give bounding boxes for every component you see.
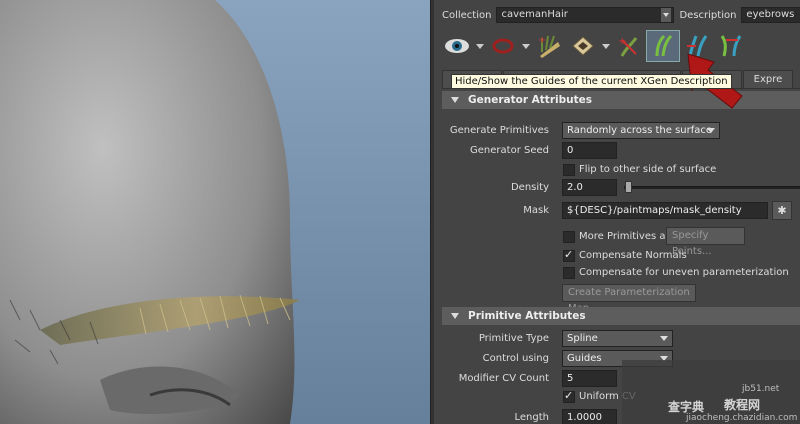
more-primitives-label: More Primitives at [579,231,670,242]
density-label: Density [510,182,549,193]
description-value: eyebrows [746,9,795,20]
generator-seed-field[interactable]: 0 [562,142,617,159]
density-slider[interactable] [624,186,800,189]
paint-map-icon[interactable] [566,30,600,62]
chevron-down-icon [707,128,715,137]
modifier-cv-count-label: Modifier CV Count [458,373,549,384]
primitive-attributes-header[interactable]: Primitive Attributes [442,307,800,325]
head-model [0,0,300,424]
svg-text:+: + [538,35,546,46]
watermark-text2: 教程网 [724,398,761,412]
tooltip: Hide/Show the Guides of the current XGen… [451,74,732,89]
section-title: Generator Attributes [468,94,592,106]
collection-value: cavemanHair [501,9,568,20]
collapse-triangle-icon [451,313,459,323]
collection-dropdown[interactable]: cavemanHair [496,7,675,23]
chevron-down-icon[interactable] [520,30,532,62]
mask-field[interactable]: ${DESC}/paintmaps/mask_density [562,202,768,219]
flip-checkbox[interactable] [563,164,575,176]
primitive-type-dropdown[interactable]: Spline [562,330,673,347]
description-label: Description [679,9,737,21]
generator-seed-label: Generator Seed [470,145,549,156]
collapse-triangle-icon [451,97,459,107]
grooming-brush-icon[interactable]: + [532,30,566,62]
compensate-normals-checkbox[interactable] [563,248,575,262]
description-dropdown[interactable]: eyebrows [741,7,800,23]
map-options-icon[interactable]: ✱ [772,201,792,220]
chevron-down-icon [660,336,668,345]
watermark-url: jiaocheng.chazidian.com [686,413,798,423]
more-primitives-checkbox[interactable] [563,231,575,243]
compensate-normals-label: Compensate Normals [579,250,687,261]
control-using-label: Control using [482,353,549,364]
uniform-cv-checkbox[interactable] [563,389,575,403]
primitive-type-value: Spline [567,333,598,344]
generate-primitives-dropdown[interactable]: Randomly across the surface [562,122,720,139]
chevron-down-icon[interactable] [600,30,612,62]
chevron-down-icon [661,8,672,22]
visibility-eye-icon[interactable] [440,30,474,62]
svg-text:+: + [618,36,626,47]
create-parameterization-map-button[interactable]: Create Parameterization Map [562,284,696,314]
compensate-uneven-checkbox[interactable] [563,267,575,279]
length-field[interactable]: 1.0000 [562,409,617,424]
generate-primitives-label: Generate Primitives [449,125,549,136]
length-label: Length [514,412,550,423]
collection-row: Collection cavemanHair Description eyebr… [442,6,800,24]
add-guide-icon[interactable]: + [612,30,646,62]
modifier-cv-count-field[interactable]: 5 [562,370,617,387]
compensate-uneven-label: Compensate for uneven parameterization [579,267,789,278]
mask-label: Mask [523,205,549,216]
flip-label: Flip to other side of surface [579,164,717,175]
collection-label: Collection [442,9,492,21]
tab-expressions[interactable]: Expre [742,70,794,88]
section-title: Primitive Attributes [468,310,586,322]
generate-primitives-value: Randomly across the surface [567,125,713,136]
control-using-value: Guides [567,353,602,364]
watermark-site: jb51.net [742,384,780,394]
show-guides-icon[interactable] [646,30,680,62]
primitive-type-label: Primitive Type [478,333,549,344]
density-slider-thumb[interactable] [625,181,632,193]
3d-viewport[interactable] [0,0,430,424]
specify-points-button[interactable]: Specify Points... [666,227,745,257]
density-field[interactable]: 2.0 [562,179,617,196]
chevron-down-icon[interactable] [474,30,486,62]
preview-clear-icon[interactable] [486,30,520,62]
